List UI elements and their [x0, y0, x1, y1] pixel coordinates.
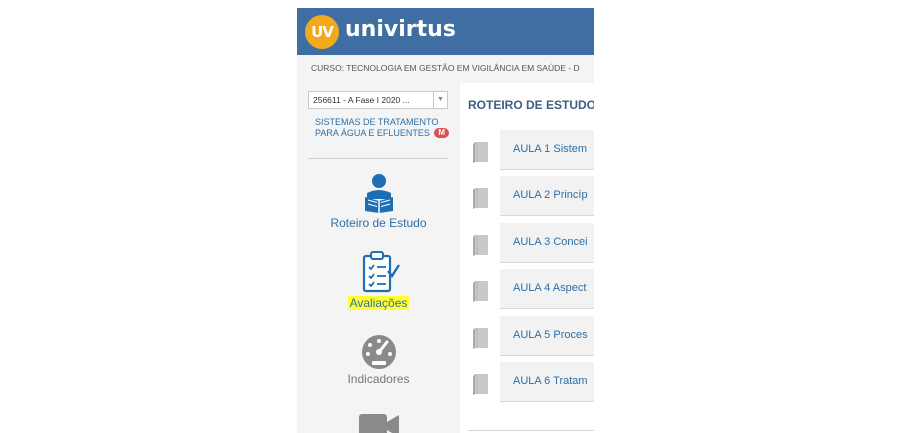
term-select[interactable]: 256611 - A Fase I 2020 ... ▼ — [308, 91, 448, 109]
discipline-link[interactable]: SISTEMAS DE TRATAMENTO PARA ÁGUA E EFLUE… — [315, 117, 455, 138]
lesson-label: AULA 5 Proces — [513, 329, 588, 341]
video-camera-icon — [358, 414, 399, 433]
clipboard-icon — [362, 251, 400, 293]
lesson-item-3[interactable]: AULA 3 Concei — [460, 223, 594, 263]
main-content: ROTEIRO DE ESTUDO AULA 1 Sistem AULA 2 P… — [460, 83, 594, 433]
sidebar-item-video[interactable] — [297, 410, 460, 433]
discipline-name: SISTEMAS DE TRATAMENTO PARA ÁGUA E EFLUE… — [315, 117, 439, 138]
sidebar-item-label: Avaliações — [347, 296, 410, 310]
lesson-label: AULA 6 Tratam — [513, 375, 588, 387]
sidebar-item-avaliacoes[interactable]: Avaliações — [297, 251, 460, 312]
sidebar: 256611 - A Fase I 2020 ... ▼ SISTEMAS DE… — [297, 83, 460, 433]
lesson-label: AULA 2 Princíp — [513, 189, 588, 201]
lesson-card[interactable]: AULA 6 Tratam — [500, 362, 594, 402]
lesson-card[interactable]: AULA 3 Concei — [500, 223, 594, 263]
lesson-card[interactable]: AULA 2 Princíp — [500, 176, 594, 216]
lesson-label: AULA 1 Sistem — [513, 143, 587, 155]
lesson-item-2[interactable]: AULA 2 Princíp — [460, 176, 594, 216]
lesson-item-1[interactable]: AULA 1 Sistem — [460, 130, 594, 170]
lesson-card[interactable]: AULA 5 Proces — [500, 316, 594, 356]
lesson-item-5[interactable]: AULA 5 Proces — [460, 316, 594, 356]
book-icon — [473, 374, 488, 395]
sidebar-item-label: Indicadores — [347, 372, 410, 386]
book-icon — [473, 235, 488, 256]
course-bar: CURSO: TECNOLOGIA EM GESTÃO EM VIGILÂNCI… — [297, 55, 594, 83]
brand-name[interactable]: univirtus — [345, 17, 456, 42]
lesson-item-4[interactable]: AULA 4 Aspect — [460, 269, 594, 309]
lesson-card[interactable]: AULA 1 Sistem — [500, 130, 594, 170]
sidebar-item-label: Roteiro de Estudo — [330, 216, 427, 230]
lesson-label: AULA 3 Concei — [513, 236, 588, 248]
lesson-card[interactable]: AULA 4 Aspect — [500, 269, 594, 309]
study-guide-icon — [364, 174, 393, 213]
course-title: CURSO: TECNOLOGIA EM GESTÃO EM VIGILÂNCI… — [311, 63, 580, 73]
lesson-label: AULA 4 Aspect — [513, 282, 587, 294]
page-title: ROTEIRO DE ESTUDO — [468, 98, 594, 112]
book-icon — [473, 142, 488, 163]
app-window: UV univirtus CURSO: TECNOLOGIA EM GESTÃO… — [297, 8, 594, 433]
top-header: UV univirtus — [297, 8, 594, 55]
sidebar-divider — [308, 158, 448, 159]
sidebar-item-indicadores[interactable]: Indicadores — [297, 333, 460, 388]
univirtus-logo[interactable]: UV — [305, 15, 339, 49]
chevron-down-icon[interactable]: ▼ — [433, 92, 447, 108]
lesson-item-6[interactable]: AULA 6 Tratam — [460, 362, 594, 402]
book-icon — [473, 281, 488, 302]
sidebar-item-roteiro-de-estudo[interactable]: Roteiro de Estudo — [297, 173, 460, 232]
term-select-value: 256611 - A Fase I 2020 ... — [313, 95, 410, 105]
content-divider — [468, 430, 594, 431]
discipline-badge: M — [434, 127, 450, 138]
book-icon — [473, 188, 488, 209]
gauge-icon — [361, 335, 396, 369]
book-icon — [473, 328, 488, 349]
